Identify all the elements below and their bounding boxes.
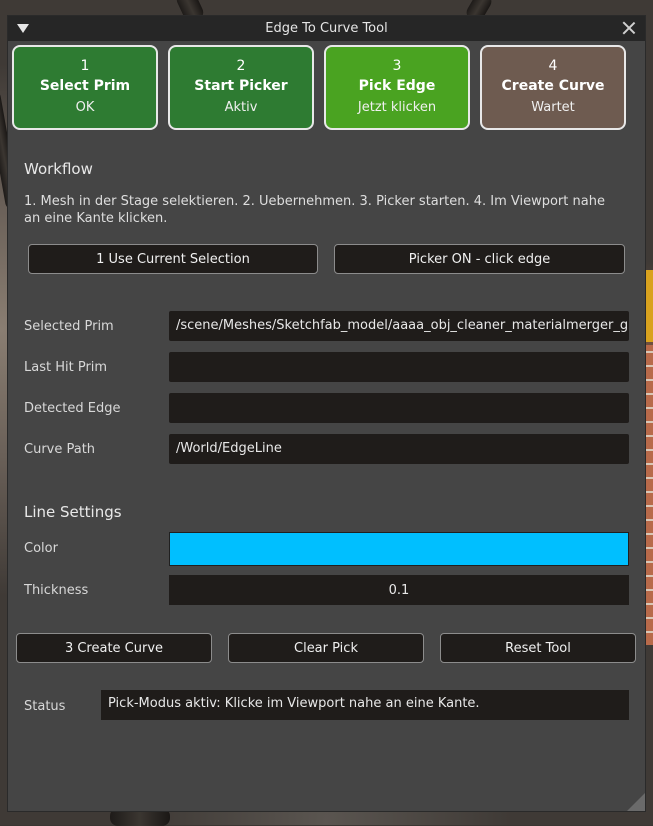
step-title: Start Picker	[194, 77, 288, 94]
step-title: Pick Edge	[358, 77, 436, 94]
selected-prim-field[interactable]: /scene/Meshes/Sketchfab_model/aaaa_obj_c…	[169, 311, 629, 341]
status-field: Pick-Modus aktiv: Klicke im Viewport nah…	[101, 690, 629, 720]
step-state: OK	[75, 99, 95, 115]
step-number: 3	[392, 57, 402, 74]
step-select-prim[interactable]: 1 Select Prim OK	[12, 45, 158, 130]
detected-edge-label: Detected Edge	[24, 401, 121, 416]
selected-prim-label: Selected Prim	[24, 319, 114, 334]
thickness-label: Thickness	[24, 583, 89, 598]
edge-to-curve-window: Edge To Curve Tool 1 Select Prim OK 2 St…	[8, 16, 645, 811]
create-curve-button[interactable]: 3 Create Curve	[16, 633, 212, 663]
step-start-picker[interactable]: 2 Start Picker Aktiv	[168, 45, 314, 130]
use-current-selection-button[interactable]: 1 Use Current Selection	[28, 244, 318, 274]
line-settings-heading: Line Settings	[24, 503, 122, 521]
window-titlebar[interactable]: Edge To Curve Tool	[8, 16, 645, 41]
reset-tool-button[interactable]: Reset Tool	[440, 633, 636, 663]
workflow-steps: 1 Select Prim OK 2 Start Picker Aktiv 3 …	[12, 45, 626, 130]
close-icon[interactable]	[622, 21, 636, 35]
step-number: 1	[80, 57, 90, 74]
last-hit-prim-label: Last Hit Prim	[24, 360, 108, 375]
window-title: Edge To Curve Tool	[265, 21, 388, 36]
status-label: Status	[24, 699, 66, 714]
curve-path-label: Curve Path	[24, 442, 96, 457]
step-create-curve[interactable]: 4 Create Curve Wartet	[480, 45, 626, 130]
step-state: Aktiv	[224, 99, 258, 115]
color-swatch[interactable]	[169, 532, 629, 566]
curve-path-field[interactable]: /World/EdgeLine	[169, 434, 629, 464]
resize-grip-icon[interactable]	[627, 793, 645, 811]
workflow-heading: Workflow	[24, 160, 93, 178]
step-pick-edge[interactable]: 3 Pick Edge Jetzt klicken	[324, 45, 470, 130]
last-hit-prim-field[interactable]	[169, 352, 629, 382]
color-label: Color	[24, 541, 58, 556]
step-state: Jetzt klicken	[357, 99, 437, 115]
clear-pick-button[interactable]: Clear Pick	[228, 633, 424, 663]
step-state: Wartet	[531, 99, 575, 115]
step-number: 4	[548, 57, 558, 74]
picker-toggle-button[interactable]: Picker ON - click edge	[334, 244, 625, 274]
thickness-field[interactable]: 0.1	[169, 575, 629, 605]
step-number: 2	[236, 57, 246, 74]
step-title: Select Prim	[39, 77, 131, 94]
step-title: Create Curve	[501, 77, 605, 94]
collapse-arrow-icon[interactable]	[17, 24, 29, 33]
detected-edge-field[interactable]	[169, 393, 629, 423]
workflow-description: 1. Mesh in der Stage selektieren. 2. Ueb…	[24, 194, 605, 226]
